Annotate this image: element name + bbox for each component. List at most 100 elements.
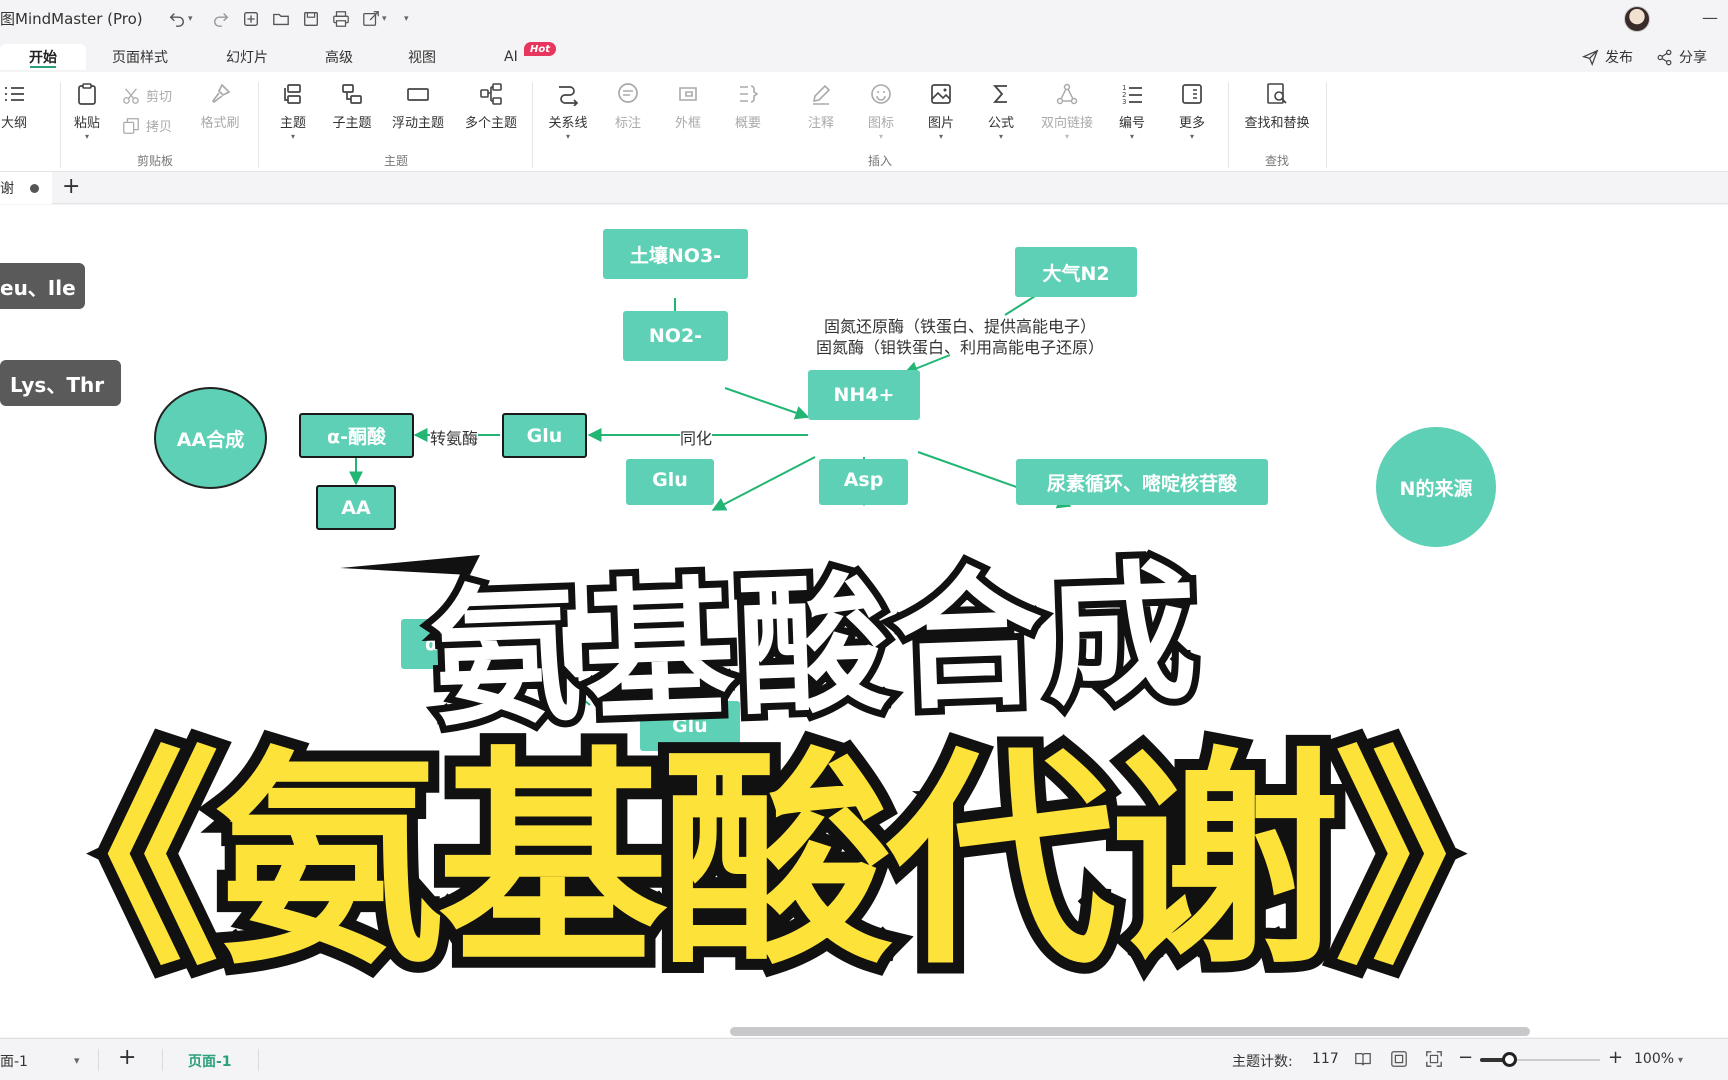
node-alpha-keto-acid[interactable]: α-酮酸 [299,413,414,458]
zoom-slider-knob[interactable] [1502,1052,1517,1067]
save-button[interactable] [302,8,320,30]
outline-button[interactable]: 大纲 [0,82,44,131]
multi-topic-button[interactable]: 多个主题 [461,82,521,131]
tab-page-style[interactable]: 页面样式 [112,44,168,70]
send-icon [1582,49,1599,66]
page-tab[interactable]: 页面-1 [188,1051,232,1071]
chevron-down-icon[interactable]: ▾ [74,1054,80,1067]
bilink-label: 双向链接 [1040,116,1093,131]
topic-button[interactable]: 主题 ▾ [263,82,323,141]
copy-label: 拷贝 [146,120,173,135]
format-painter-label: 格式刷 [200,116,240,131]
customize-quick-access[interactable]: ▾ [402,8,409,30]
chevron-down-icon: ▾ [84,132,89,141]
document-tab[interactable]: 谢 [0,172,52,204]
callout-button[interactable]: 标注 [598,82,658,131]
chevron-down-icon: ▾ [565,132,570,141]
node-aa[interactable]: AA [316,485,396,530]
mindmap-canvas[interactable]: eu、Ile Lys、Thr AA合成 α-酮酸 转氨酶 Glu 同化 AA 土… [0,205,1728,1037]
bilink-button[interactable]: 双向链接 ▾ [1037,82,1097,141]
node-lys-thr[interactable]: Lys、Thr [0,360,121,406]
print-button[interactable] [332,8,350,30]
find-replace-label: 查找和替换 [1244,116,1310,131]
callout-icon [618,83,638,103]
more-button[interactable]: 更多 ▾ [1162,82,1222,141]
zoom-in-button[interactable]: + [1608,1047,1623,1068]
formula-button[interactable]: 公式 ▾ [971,82,1031,141]
boundary-button[interactable]: 外框 [658,82,718,131]
callout-label: 标注 [614,116,641,131]
edge-label-transaminase: 转氨酶 [430,425,479,449]
tab-advanced[interactable]: 高级 [325,44,353,70]
page-select[interactable]: 面-1 [0,1051,28,1071]
image-button[interactable]: 图片 ▾ [911,82,971,141]
find-replace-button[interactable]: 查找和替换 [1244,82,1310,131]
fullscreen-icon[interactable] [1425,1050,1443,1068]
export-icon [363,11,379,26]
zoom-out-button[interactable]: − [1458,1047,1473,1068]
menu-bar: 开始 页面样式 幻灯片 高级 视图 AI Hot 发布 分享 [0,38,1728,72]
node-no2[interactable]: NO2- [623,311,728,361]
export-button[interactable]: ▾ [362,8,387,30]
zoom-level[interactable]: 100% [1634,1051,1674,1067]
node-aa-synthesis[interactable]: AA合成 [154,387,267,489]
node-leu-ile[interactable]: eu、Ile [0,263,85,309]
note-button[interactable]: 注释 [791,82,851,131]
tab-view[interactable]: 视图 [408,44,436,70]
redo-icon [213,13,229,27]
node-asp[interactable]: Asp [819,459,908,505]
note-label: 注释 [807,116,834,131]
node-glu[interactable]: Glu [502,413,587,458]
relation-label: 关系线 [548,116,588,131]
icon-button[interactable]: 图标 ▾ [851,82,911,141]
horizontal-scrollbar[interactable] [730,1027,1530,1036]
ribbon-toolbar: 大纲 粘贴 ▾ 剪切 拷贝 格式刷 剪贴板 主题 ▾ 子主题 浮动主题 多个主题… [0,72,1728,172]
floating-topic-button[interactable]: 浮动主题 [388,82,448,131]
save-icon [304,12,318,26]
node-air-n2[interactable]: 大气N2 [1015,247,1137,297]
node-glu-2[interactable]: Glu [626,459,714,505]
fit-page-icon[interactable] [1390,1050,1408,1068]
add-tab-button[interactable]: + [62,174,80,199]
avatar[interactable] [1624,6,1650,32]
bilink-icon [1056,83,1078,105]
node-n-source[interactable]: N的来源 [1376,427,1496,547]
group-find-label: 查找 [1264,154,1290,168]
tab-ai[interactable]: AI [504,44,518,70]
numbering-button[interactable]: 123 编号 ▾ [1102,82,1162,141]
redo-button[interactable] [212,8,230,30]
group-insert-label: 插入 [867,154,893,168]
new-button[interactable] [242,8,260,30]
boundary-icon [679,87,697,101]
chevron-down-icon[interactable]: ▾ [1678,1055,1683,1066]
cut-label: 剪切 [146,90,173,105]
paste-button[interactable]: 粘贴 ▾ [57,82,117,141]
node-urea-cycle[interactable]: 尿素循环、嘧啶核苷酸 [1016,459,1268,505]
tab-slides[interactable]: 幻灯片 [226,44,268,70]
divider [532,82,533,168]
overlay-title-amino-acid-metabolism: 《氨基酸代谢》 [0,718,1575,1007]
copy-button[interactable]: 拷贝 [122,116,172,135]
share-button[interactable]: 分享 [1656,46,1707,68]
subtopic-button[interactable]: 子主题 [322,82,382,131]
smiley-icon [871,84,891,104]
node-nh4[interactable]: NH4+ [808,370,920,420]
document-tabs: 谢 + [0,172,1728,204]
more-label: 更多 [1178,116,1205,131]
undo-button[interactable]: ▾ [168,8,193,30]
chevron-down-icon: ▾ [1129,132,1134,141]
format-painter-button[interactable]: 格式刷 [190,82,250,131]
chevron-down-icon: ▾ [878,132,883,141]
add-page-button[interactable]: + [118,1045,136,1070]
open-button[interactable] [272,8,290,30]
topic-count-value: 117 [1312,1051,1339,1067]
summary-button[interactable]: 概要 [718,82,778,131]
publish-button[interactable]: 发布 [1582,46,1633,68]
node-soil-no3[interactable]: 土壤NO3- [603,229,748,279]
clipboard-icon [78,83,96,105]
tab-home[interactable]: 开始 [0,44,86,70]
minimize-button[interactable]: — [1702,8,1718,27]
book-view-icon[interactable] [1354,1050,1372,1068]
cut-button[interactable]: 剪切 [122,86,172,105]
relation-button[interactable]: 关系线 ▾ [538,82,598,141]
